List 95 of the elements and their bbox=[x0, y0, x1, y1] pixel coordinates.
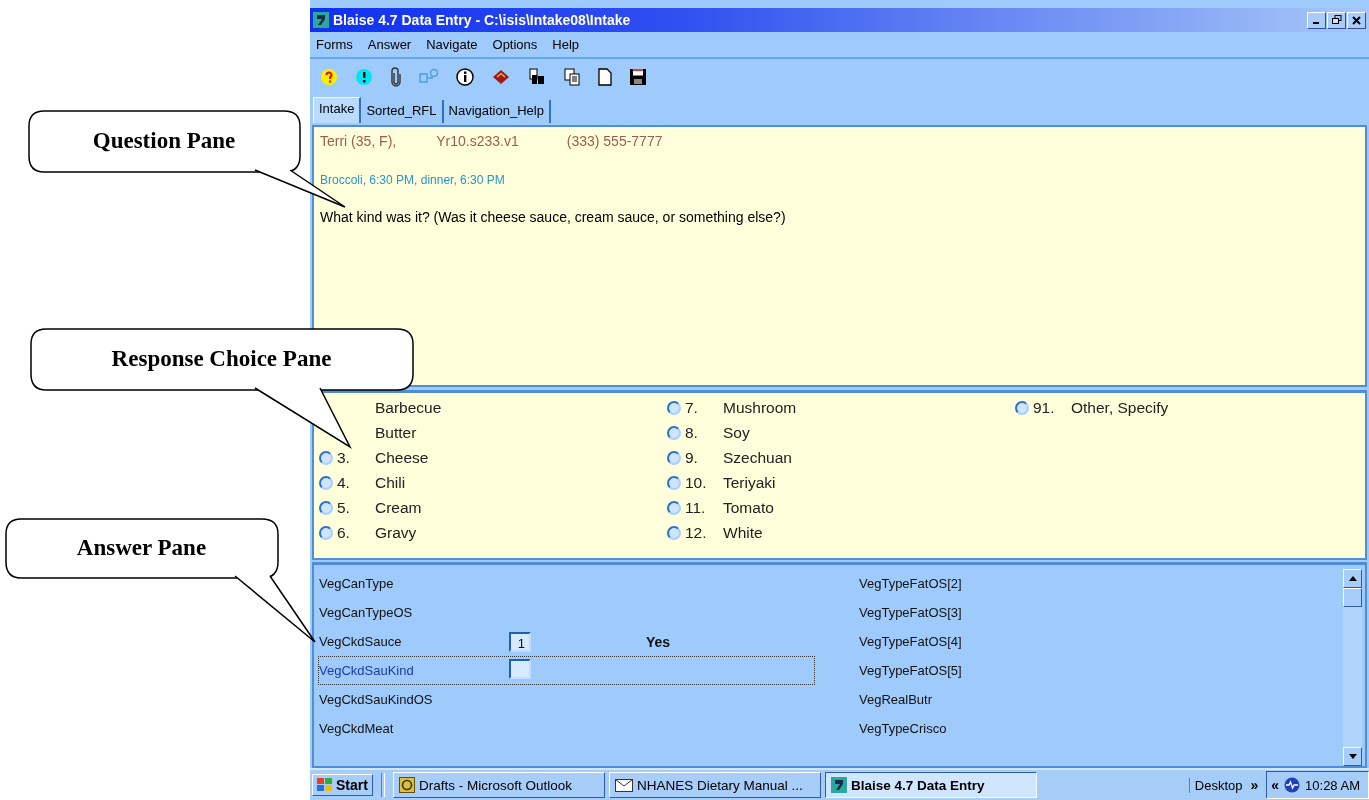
respondent-info: (333) 555-7777 bbox=[566, 133, 663, 149]
radio-button[interactable] bbox=[1015, 400, 1029, 415]
option-number: 8. bbox=[685, 423, 698, 441]
option-label[interactable]: Tomato bbox=[723, 498, 774, 517]
option-label[interactable]: Cheese bbox=[375, 448, 429, 467]
option-number: 3. bbox=[337, 448, 350, 466]
option-label[interactable]: Barbecue bbox=[375, 398, 442, 417]
taskbar-button[interactable]: Drafts - Microsoft Outlook bbox=[392, 772, 605, 798]
taskbar-button[interactable]: NHANES Dietary Manual ... bbox=[608, 772, 821, 798]
option-number: 5. bbox=[337, 498, 350, 516]
option-number: 6. bbox=[337, 523, 350, 541]
paperclip-icon[interactable] bbox=[390, 67, 402, 87]
app-icon bbox=[313, 12, 329, 28]
radio-button[interactable] bbox=[319, 475, 333, 490]
menu-item[interactable]: Options bbox=[492, 37, 538, 52]
radio-button[interactable] bbox=[319, 525, 333, 540]
toolbar-chevron[interactable]: » bbox=[1250, 777, 1259, 793]
field-name: VegCkdSauKind bbox=[319, 663, 415, 678]
envelope-icon bbox=[614, 778, 633, 792]
radio-button[interactable] bbox=[667, 425, 681, 440]
scrollbar[interactable] bbox=[1343, 569, 1362, 766]
menu-item[interactable]: Answer bbox=[367, 37, 412, 52]
radio-button[interactable] bbox=[319, 450, 333, 465]
tab[interactable]: Intake bbox=[313, 97, 362, 123]
scroll-up-icon[interactable] bbox=[1348, 576, 1357, 581]
window-title: Blaise 4.7 Data Entry - C:\isis\Intake08\Intake bbox=[333, 12, 632, 28]
option-label[interactable]: Gravy bbox=[375, 523, 417, 542]
option-label[interactable]: Soy bbox=[723, 423, 750, 442]
outlook-icon bbox=[398, 777, 415, 793]
option-label[interactable]: Teriyaki bbox=[723, 473, 776, 492]
radio-button[interactable] bbox=[667, 525, 681, 540]
windows-flag-icon bbox=[317, 778, 333, 792]
start-button[interactable]: Start bbox=[312, 774, 373, 796]
minimize-button[interactable] bbox=[1307, 11, 1326, 29]
scroll-thumb[interactable] bbox=[1343, 588, 1362, 607]
option-label[interactable]: Other, Specify bbox=[1071, 398, 1169, 417]
option-label[interactable]: White bbox=[723, 523, 763, 542]
option-number: 10. bbox=[685, 473, 707, 491]
radio-button[interactable] bbox=[667, 500, 681, 515]
help-icon[interactable] bbox=[320, 68, 338, 86]
restore-icon bbox=[1331, 15, 1342, 25]
scroll-down-icon[interactable] bbox=[1348, 754, 1357, 759]
info-icon[interactable] bbox=[456, 68, 474, 86]
field-name: VegTypeFatOS[2] bbox=[859, 576, 963, 591]
radio-button[interactable] bbox=[667, 450, 681, 465]
tray-icon[interactable] bbox=[1284, 777, 1301, 793]
option-number: 7. bbox=[685, 398, 698, 416]
field-name: VegTypeFatOS[3] bbox=[859, 605, 963, 620]
callout-label: Response Choice Pane bbox=[111, 346, 332, 372]
field-name: VegCkdMeat bbox=[319, 721, 395, 736]
option-label[interactable]: Butter bbox=[375, 423, 417, 442]
clock: 10:28 AM bbox=[1305, 777, 1360, 793]
option-label[interactable]: Cream bbox=[375, 498, 422, 517]
field-name: VegRealButr bbox=[859, 692, 933, 707]
answer-text: Yes bbox=[646, 633, 671, 650]
menu-item[interactable]: Navigate bbox=[426, 37, 478, 52]
taskbar-button[interactable]: Blaise 4.7 Data Entry bbox=[824, 772, 1037, 798]
close-icon bbox=[1352, 15, 1361, 25]
show-hidden-icons[interactable]: « bbox=[1271, 777, 1280, 793]
answer-field[interactable] bbox=[509, 659, 531, 679]
option-number: 91. bbox=[1033, 398, 1055, 416]
copy-icon[interactable] bbox=[563, 68, 581, 86]
question-text: What kind was it? (Was it cheese sauce, cream sauce, or something else?) bbox=[320, 209, 787, 225]
restore-button[interactable] bbox=[1327, 11, 1346, 29]
respondent-info: Terri (35, F), bbox=[320, 133, 397, 149]
exclamation-icon[interactable] bbox=[355, 68, 373, 86]
close-button[interactable] bbox=[1347, 11, 1366, 29]
option-number: 11. bbox=[685, 498, 706, 516]
context-text: Broccoli, 6:30 PM, dinner, 6:30 PM bbox=[320, 173, 506, 187]
field-name: VegTypeCrisco bbox=[859, 721, 948, 736]
option-label[interactable]: Szechuan bbox=[723, 448, 792, 467]
radio-button[interactable] bbox=[319, 500, 333, 515]
radio-button[interactable] bbox=[667, 400, 681, 415]
field-name: VegCkdSauce bbox=[319, 634, 403, 649]
option-label[interactable]: Mushroom bbox=[723, 398, 797, 417]
respondent-info: Yr10.s233.v1 bbox=[436, 133, 519, 149]
field-name: VegTypeFatOS[5] bbox=[859, 663, 963, 678]
option-number: 12. bbox=[685, 523, 707, 541]
save-icon[interactable] bbox=[629, 68, 647, 86]
app-icon bbox=[830, 777, 847, 793]
menu-item[interactable]: Forms bbox=[316, 37, 353, 52]
field-name: VegCkdSauKindOS bbox=[319, 692, 434, 707]
field-name: VegCanType bbox=[319, 576, 395, 591]
field-name: VegTypeFatOS[4] bbox=[859, 634, 963, 649]
answer-field[interactable]: 1 bbox=[509, 631, 531, 652]
radio-button[interactable] bbox=[667, 475, 681, 490]
new-document-icon[interactable] bbox=[598, 68, 612, 86]
callout-label: Answer Pane bbox=[76, 535, 207, 561]
desktop-toolbar-label[interactable]: Desktop bbox=[1188, 777, 1243, 793]
option-label[interactable]: Chili bbox=[375, 473, 406, 492]
callout-label: Question Pane bbox=[92, 128, 236, 154]
option-number: 4. bbox=[337, 473, 350, 491]
menu-item[interactable]: Help bbox=[552, 37, 580, 52]
field-name: VegCanTypeOS bbox=[319, 605, 414, 620]
option-number: 9. bbox=[685, 448, 698, 466]
